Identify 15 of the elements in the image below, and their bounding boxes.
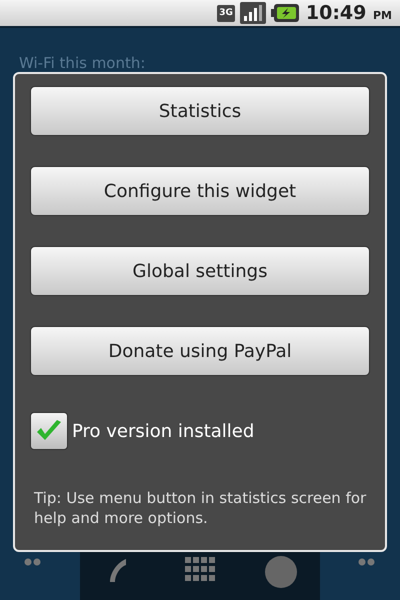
menu-button[interactable]: Global settings [30,246,370,296]
menu-button[interactable]: Donate using PayPal [30,326,370,376]
menu-button[interactable]: Statistics [30,86,370,136]
dots-icon [24,558,42,566]
tip-text: Tip: Use menu button in statistics screen for help and more options. [33,488,368,528]
pro-checkbox[interactable] [30,412,68,450]
menu-button[interactable]: Configure this widget [30,166,370,216]
battery-charging-icon [270,3,299,23]
background-label: Wi-Fi this month: [19,53,146,74]
dots-icon [358,558,376,566]
app-grid-icon [184,556,216,582]
signal-icon [240,2,266,24]
network-type-icon: 3G [217,4,235,22]
checkbox-label: Pro version installed [72,420,254,444]
clock-time: 10:49 PM [306,0,392,26]
